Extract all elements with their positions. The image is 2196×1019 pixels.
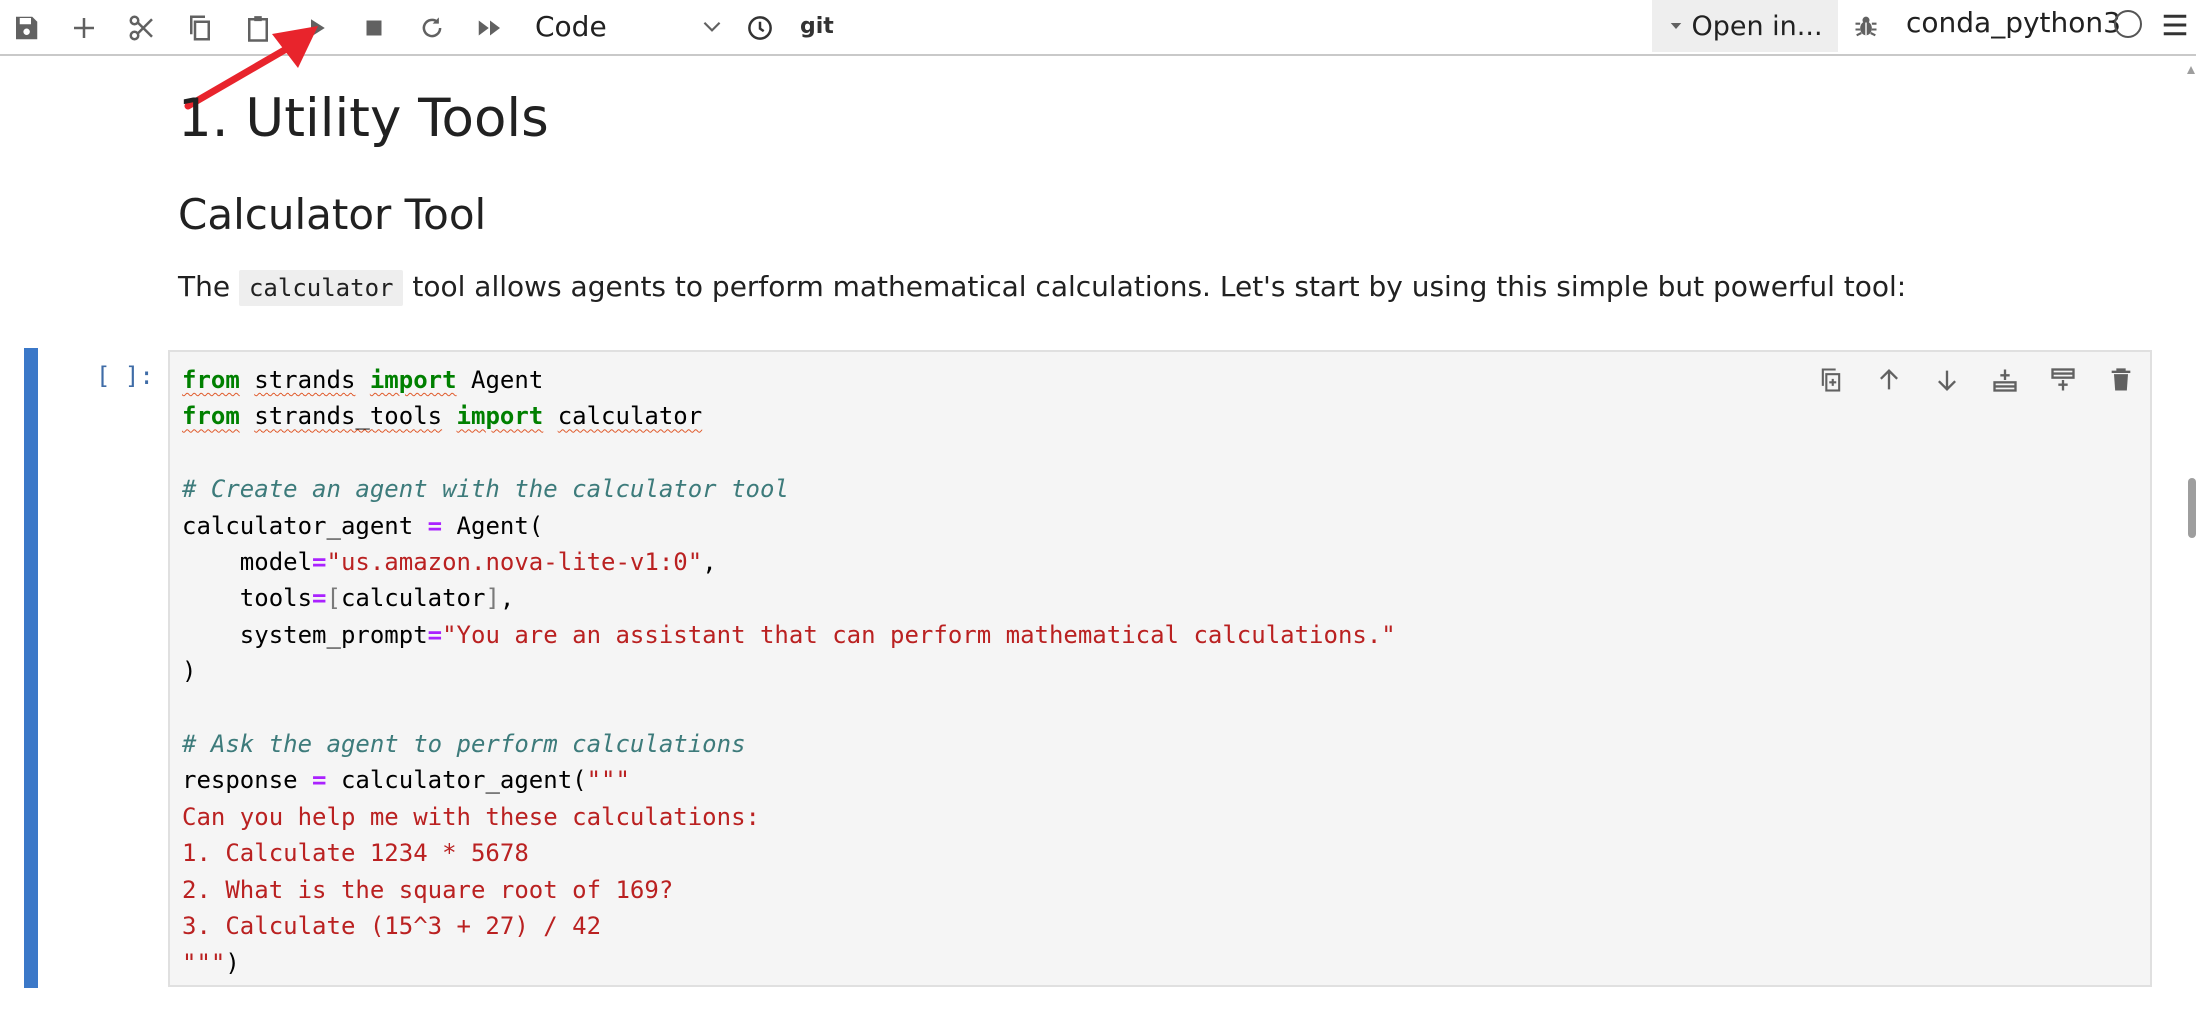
markdown-paragraph: The calculator tool allows agents to per… [178, 270, 1907, 306]
code-token: = [312, 548, 327, 577]
code-comment: # Create an agent with the calculator to… [182, 475, 789, 504]
restart-icon [422, 17, 442, 38]
code-token: tools [239, 584, 313, 613]
git-button[interactable]: git [800, 6, 834, 46]
code-string: 2. What is the square root of 169? [182, 875, 674, 904]
caret-down-icon [1671, 23, 1682, 29]
subsection-heading: Calculator Tool [178, 190, 487, 239]
code-content: from strands import Agent from strands_t… [182, 362, 1396, 981]
run-button[interactable] [292, 4, 340, 52]
notebook-toolbar: Code git Open in... conda_python3 [0, 0, 2196, 56]
code-token: = [312, 766, 327, 795]
save-icon [16, 16, 38, 40]
code-string: 3. Calculate (15^3 + 27) / 42 [182, 912, 602, 941]
code-token: = [427, 511, 443, 540]
cut-icon [129, 15, 153, 41]
fast-forward-icon [478, 20, 500, 36]
active-cell-indicator [24, 348, 38, 988]
code-string: "You are an assistant that can perform m… [442, 620, 1396, 649]
paste-icon [248, 16, 268, 42]
code-token: = [427, 620, 443, 649]
paragraph-text: The [178, 270, 239, 303]
move-cell-up-button[interactable] [1868, 360, 1910, 400]
code-token: import [456, 402, 544, 431]
scroll-up-arrow-icon[interactable] [2186, 64, 2196, 78]
open-in-label: Open in... [1691, 10, 1823, 42]
stop-icon [366, 20, 382, 36]
code-string: Can you help me with these calculations: [182, 802, 760, 831]
code-token: Agent( [456, 511, 544, 540]
code-string: "us.amazon.nova-lite-v1:0" [326, 548, 703, 577]
cell-type-value: Code [535, 9, 607, 43]
insert-below-icon [2051, 368, 2075, 391]
copy-icon [190, 15, 210, 41]
stop-button[interactable] [350, 4, 398, 52]
code-token: , [702, 548, 717, 577]
restart-button[interactable] [408, 4, 456, 52]
code-string: """ [182, 948, 226, 977]
chevron-down-icon [703, 21, 721, 32]
delete-icon [2111, 368, 2131, 391]
menu-icon[interactable] [2160, 10, 2190, 40]
section-heading: 1. Utility Tools [178, 88, 549, 149]
open-in-button[interactable]: Open in... [1652, 0, 1838, 52]
code-comment: # Ask the agent to perform calculations [182, 730, 746, 759]
code-token: system_prompt [239, 620, 428, 649]
code-token: , [499, 584, 515, 613]
code-token: calculator [340, 584, 486, 613]
kernel-status-icon [2114, 10, 2142, 38]
code-token: from [182, 402, 240, 431]
git-label: git [800, 13, 834, 39]
code-token: import [369, 366, 457, 394]
scrollbar-thumb[interactable] [2188, 478, 2196, 538]
execution-prompt: [ ]: [96, 362, 154, 390]
insert-cell-above-button[interactable] [1984, 360, 2026, 400]
paste-button[interactable] [234, 4, 282, 52]
insert-above-icon [1993, 369, 2017, 392]
duplicate-cell-button[interactable] [1810, 360, 1852, 400]
debugger-button[interactable] [1848, 8, 1884, 44]
add-cell-button[interactable] [60, 4, 108, 52]
paragraph-text: tool allows agents to perform mathematic… [403, 270, 1907, 303]
code-token: strands [254, 366, 356, 394]
cell-action-toolbar [1810, 360, 2142, 400]
code-token: [ [326, 584, 341, 613]
insert-cell-below-button[interactable] [2042, 360, 2084, 400]
code-token: calculator_agent( [340, 766, 587, 795]
add-icon [74, 18, 94, 38]
code-token: ) [225, 948, 240, 977]
cut-button[interactable] [118, 4, 166, 52]
clock-icon [748, 16, 772, 40]
code-string: """ [586, 766, 630, 795]
duplicate-icon [1821, 368, 1841, 392]
history-button[interactable] [736, 4, 784, 52]
inline-code: calculator [238, 270, 404, 306]
code-token: from [182, 366, 240, 394]
move-down-icon [1938, 370, 1956, 391]
kernel-name[interactable]: conda_python3 [1906, 6, 2121, 39]
cell-type-select[interactable]: Code [535, 2, 725, 50]
save-button[interactable] [2, 4, 50, 52]
code-token: ) [182, 657, 197, 686]
code-token: = [312, 584, 327, 613]
copy-button[interactable] [176, 4, 224, 52]
move-up-icon [1880, 369, 1898, 390]
bug-icon [1855, 16, 1877, 37]
code-string: 1. Calculate 1234 * 5678 [182, 839, 529, 868]
run-icon [311, 19, 325, 37]
code-token: response [182, 766, 298, 795]
code-token: calculator_agent [182, 511, 414, 540]
code-token: model [239, 548, 313, 577]
code-token: calculator [557, 402, 703, 431]
code-token: Agent [471, 366, 544, 394]
run-all-button[interactable] [466, 4, 514, 52]
code-token: ] [485, 584, 500, 613]
code-editor[interactable]: from strands import Agent from strands_t… [168, 350, 2152, 987]
move-cell-down-button[interactable] [1926, 360, 1968, 400]
code-token: strands_tools [254, 402, 443, 431]
delete-cell-button[interactable] [2100, 360, 2142, 400]
